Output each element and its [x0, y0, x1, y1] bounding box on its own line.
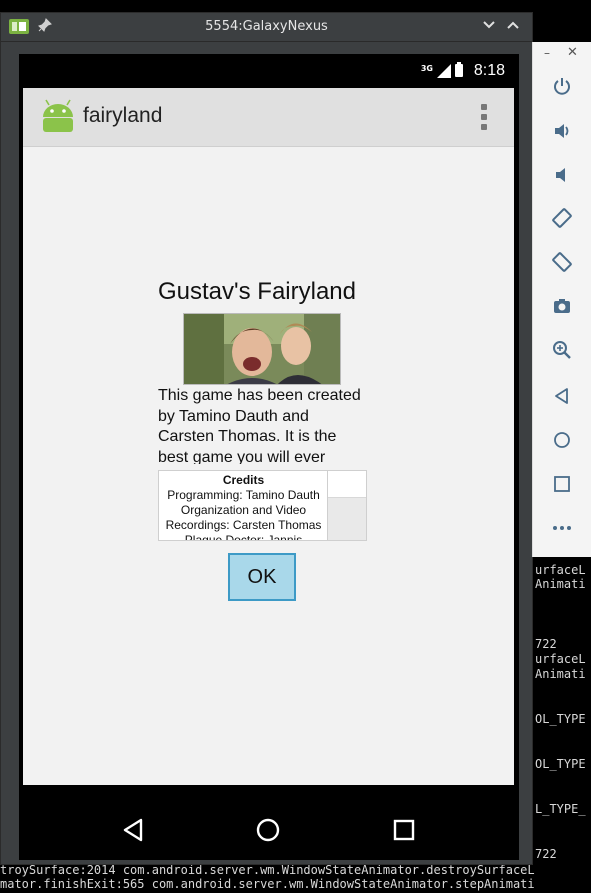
rotate-right-icon[interactable]	[548, 248, 576, 276]
volume-up-icon[interactable]	[548, 117, 576, 145]
terminal-line: Animati	[535, 577, 586, 591]
camera-icon[interactable]	[548, 292, 576, 320]
home-icon[interactable]	[548, 426, 576, 454]
emulator-sidebar: – ✕	[532, 42, 591, 557]
recents-icon[interactable]	[393, 819, 415, 845]
terminal-line: 722	[535, 847, 557, 861]
status-time: 8:18	[473, 62, 505, 79]
action-bar: fairyland	[23, 88, 514, 147]
back-icon[interactable]	[548, 382, 576, 410]
terminal-line: urfaceL	[535, 563, 586, 577]
credits-text: Credits Programming: Tamino Dauth Organi…	[159, 471, 328, 541]
volume-down-icon[interactable]	[548, 161, 576, 189]
chevron-down-icon[interactable]	[482, 18, 496, 36]
app-screen: fairyland Gustav's Fairyland This game h…	[23, 88, 514, 785]
credits-line: Plague Doctor: Jannis	[184, 533, 303, 541]
credits-header: Credits	[222, 473, 265, 487]
terminal-line: OL_TYPE	[535, 712, 586, 726]
back-icon[interactable]	[121, 818, 145, 846]
terminal-line: urfaceL	[535, 652, 586, 666]
terminal-line: L_TYPE_	[535, 802, 586, 816]
overflow-menu-icon[interactable]	[480, 104, 488, 132]
power-icon[interactable]	[548, 72, 576, 100]
credits-line: Organization and Video	[180, 503, 307, 517]
minimize-icon[interactable]: –	[544, 46, 550, 60]
scrollbar-thumb[interactable]	[328, 471, 366, 498]
authors-photo	[183, 313, 341, 385]
network-type: 3G	[420, 64, 433, 73]
credits-scrollbar[interactable]	[327, 471, 366, 540]
app-title: fairyland	[83, 104, 163, 127]
navigation-bar	[19, 800, 519, 860]
device-frame: 3G 8:18 fairyland Gustav's Fairyland Thi…	[19, 54, 519, 860]
zoom-icon[interactable]	[548, 336, 576, 364]
game-description: This game has been created by Tamino Dau…	[158, 387, 361, 464]
more-icon[interactable]	[548, 514, 576, 542]
window-titlebar: 5554:GalaxyNexus	[1, 13, 532, 42]
emulator-window: 5554:GalaxyNexus 3G 8:18 fairyland Gusta…	[0, 12, 533, 865]
terminal-line: mator.finishExit:565 com.android.server.…	[0, 877, 535, 891]
close-icon[interactable]: ✕	[567, 45, 578, 60]
home-icon[interactable]	[256, 818, 280, 846]
window-title: 5554:GalaxyNexus	[205, 19, 328, 34]
ok-button[interactable]: OK	[228, 553, 296, 601]
credits-line: Recordings: Carsten Thomas	[165, 518, 322, 532]
game-title: Gustav's Fairyland	[158, 278, 356, 305]
rotate-left-icon[interactable]	[548, 204, 576, 232]
credits-line: Programming: Tamino Dauth	[167, 488, 320, 502]
status-bar: 3G 8:18	[19, 54, 519, 88]
terminal-line: Animati	[535, 667, 586, 681]
terminal-line: OL_TYPE	[535, 757, 586, 771]
battery-icon	[455, 62, 463, 77]
signal-icon	[437, 64, 451, 78]
terminal-line: troySurface:2014 com.android.server.wm.W…	[0, 863, 535, 877]
overview-icon[interactable]	[548, 470, 576, 498]
terminal-line: 722	[535, 637, 557, 651]
credits-panel[interactable]: Credits Programming: Tamino Dauth Organi…	[158, 470, 367, 541]
android-logo-icon	[41, 99, 75, 133]
chevron-up-icon[interactable]	[506, 18, 520, 36]
